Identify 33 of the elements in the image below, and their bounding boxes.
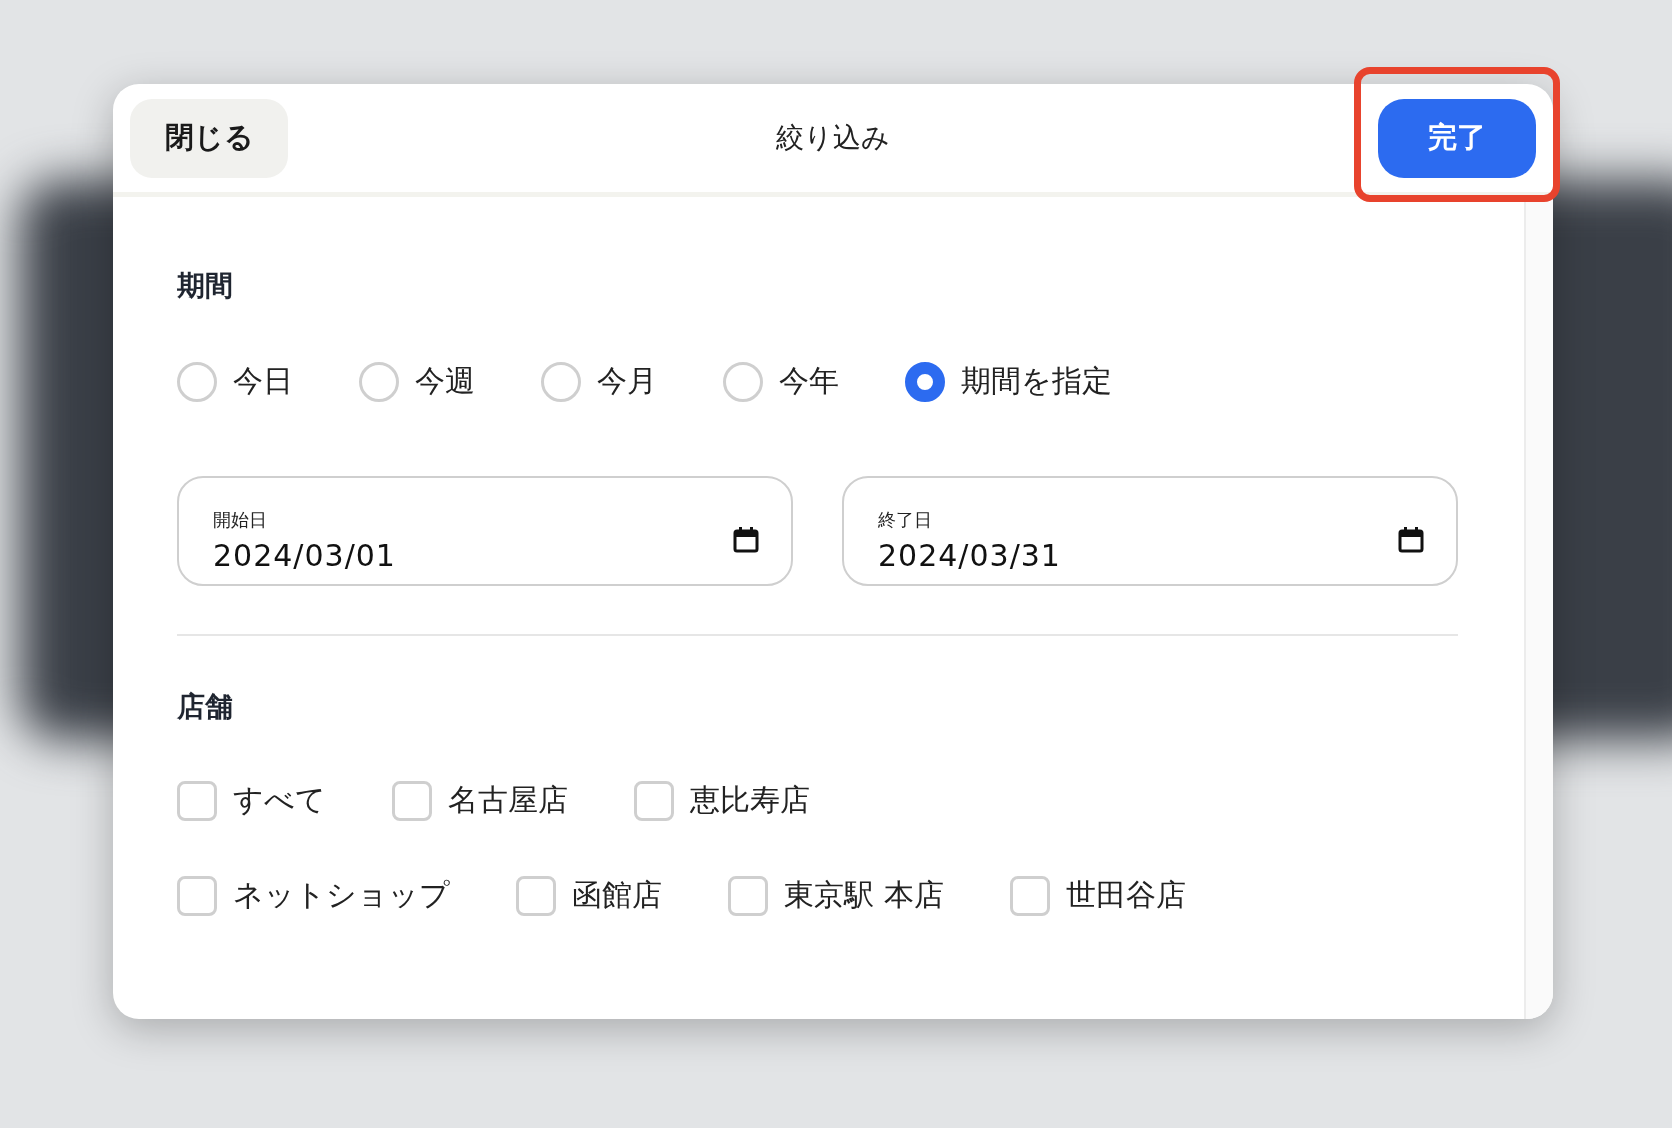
field-label: 開始日 (213, 507, 268, 532)
period-option[interactable]: 今年 (723, 361, 839, 402)
period-option[interactable]: 期間を指定 (905, 361, 1112, 402)
close-button[interactable]: 閉じる (130, 98, 288, 178)
period-option[interactable]: 今週 (359, 361, 475, 402)
section-heading: 期間 (177, 268, 234, 304)
store-option[interactable]: 恵比寿店 (634, 780, 810, 821)
period-option[interactable]: 今月 (541, 361, 657, 402)
checkbox[interactable] (634, 780, 674, 821)
date-value: 2024/03/01 (213, 537, 396, 573)
date-value: 2024/03/31 (878, 537, 1061, 573)
calendar-icon[interactable] (733, 526, 759, 554)
checkbox[interactable] (177, 875, 217, 916)
field-label: 終了日 (878, 507, 933, 532)
period-option[interactable]: 今日 (177, 361, 293, 402)
date-field[interactable]: 終了日 2024/03/31 (842, 476, 1458, 586)
checkbox[interactable] (177, 780, 217, 821)
checkbox[interactable] (392, 780, 432, 821)
date-field[interactable]: 開始日 2024/03/01 (177, 476, 793, 586)
store-option[interactable]: ネットショップ (177, 875, 450, 916)
section-heading: 店舗 (177, 689, 234, 725)
store-option[interactable]: 函館店 (516, 875, 662, 916)
store-option[interactable]: すべて (177, 780, 326, 821)
done-button[interactable]: 完了 (1378, 98, 1536, 178)
store-option[interactable]: 世田谷店 (1009, 875, 1186, 916)
calendar-icon[interactable] (1398, 526, 1424, 554)
store-option[interactable]: 東京駅 本店 (728, 875, 944, 916)
radio-button[interactable] (905, 361, 945, 402)
store-option[interactable]: 名古屋店 (392, 780, 568, 821)
dialog-title: 絞り込み (776, 121, 890, 154)
checkbox[interactable] (1009, 875, 1050, 916)
checkbox[interactable] (728, 875, 768, 916)
checkbox[interactable] (516, 875, 556, 916)
